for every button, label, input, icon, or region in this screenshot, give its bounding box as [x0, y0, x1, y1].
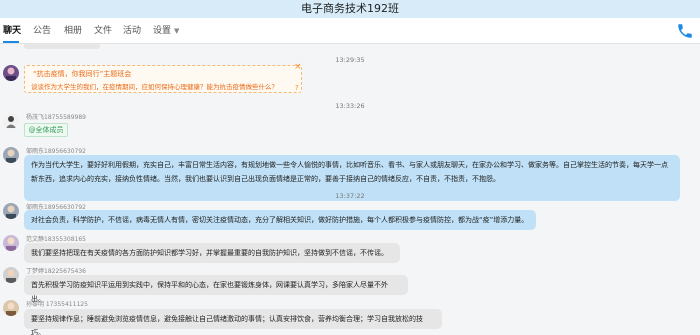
- notice-body: 谈谈作为大学生的我们，在疫情期间，应如何保持心理健康？能为抗击疫情做些什么？: [31, 83, 278, 91]
- tab-bar: 聊天 公告 相册 文件 活动 设置 ▼: [0, 18, 700, 44]
- message-bubble[interactable]: 对社会负责，科学防护，不信谣，病毒无情人有情，密切关注疫情动态，充分了解相关知识…: [24, 210, 536, 230]
- avatar[interactable]: [3, 235, 19, 251]
- timestamp: 13:33:26: [335, 102, 365, 110]
- avatar[interactable]: [3, 267, 19, 283]
- avatar[interactable]: [3, 300, 19, 316]
- group-notice-card[interactable]: “抗击疫情，你我同行”主题班会 谈谈作为大学生的我们，在疫情期间，应如何保持心理…: [24, 62, 302, 93]
- timestamp: 13:29:35: [335, 56, 365, 64]
- app-window: 电子商务技术192班 聊天 公告 相册 文件 活动 设置 ▼ 13:29:35 “…: [0, 0, 700, 335]
- chat-message-list[interactable]: 13:29:35 “抗击疫情，你我同行”主题班会 谈谈作为大学生的我们，在疫情期…: [0, 43, 700, 335]
- sender-name: 范文静18355308165: [26, 236, 86, 243]
- tab-album[interactable]: 相册: [64, 18, 82, 44]
- mention-all-tag[interactable]: @全体成员: [24, 123, 68, 137]
- close-icon[interactable]: ×: [294, 62, 302, 72]
- cut-off-message-bubble: [24, 43, 100, 49]
- sender-name: 杨茂飞18755589989: [26, 114, 86, 121]
- message-bubble[interactable]: 我们要坚持把现在有关疫情的各方面防护知识都学习好，并掌握最重要的自我防护知识，坚…: [24, 243, 400, 263]
- avatar[interactable]: [3, 203, 19, 219]
- message-bubble[interactable]: 要坚持规律作息；睡前避免浏览疫情信息，避免接触让自己情绪激动的事情；认真安排饮食…: [24, 309, 442, 335]
- question-mark-icon: ?: [295, 84, 299, 92]
- timestamp: 13:37:22: [335, 192, 365, 200]
- tab-activities[interactable]: 活动: [123, 18, 141, 44]
- tab-settings[interactable]: 设置 ▼: [153, 18, 179, 44]
- message-bubble[interactable]: 首先积极学习防疫知识平运用到实践中，保持平和的心态，在家也要锻炼身体，网课要认真…: [24, 275, 408, 303]
- tab-announcement[interactable]: 公告: [33, 18, 51, 44]
- sender-name: 丁梦婷18225675436: [26, 268, 86, 275]
- phone-call-icon[interactable]: [676, 22, 694, 40]
- avatar[interactable]: [3, 147, 19, 163]
- sender-name: 孙黎明 17355411125: [26, 301, 88, 308]
- notice-title: “抗击疫情，你我同行”主题班会: [33, 70, 132, 78]
- tab-settings-label: 设置: [153, 26, 172, 36]
- avatar[interactable]: [3, 65, 19, 81]
- sender-name: 邹雨东18956630792: [26, 148, 86, 155]
- active-tab-indicator: [3, 41, 19, 43]
- tab-files[interactable]: 文件: [94, 18, 112, 44]
- window-title: 电子商务技术192班: [0, 0, 700, 18]
- avatar[interactable]: [3, 113, 19, 129]
- chevron-down-icon: ▼: [174, 27, 180, 35]
